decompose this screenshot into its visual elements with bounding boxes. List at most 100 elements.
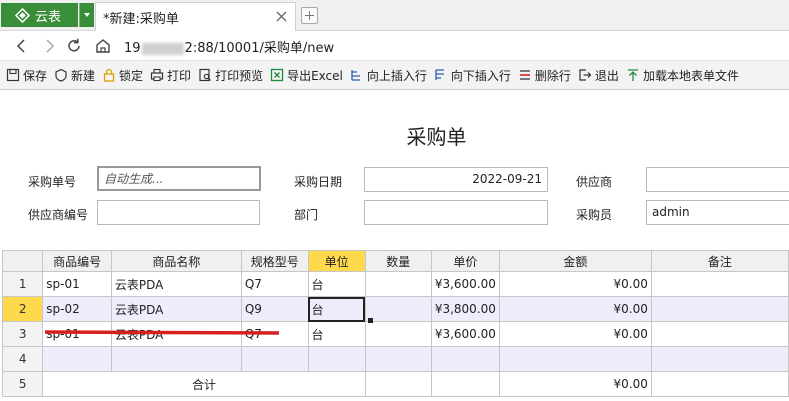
cell-unit[interactable]: 台: [307, 271, 366, 297]
cell-price[interactable]: ¥3,800.00: [430, 296, 500, 322]
fill-handle[interactable]: [368, 318, 373, 323]
cell-qty[interactable]: [364, 346, 432, 372]
buyer-label: 采购员: [576, 208, 613, 222]
delete-row-button[interactable]: 删除行: [518, 67, 571, 84]
cell-name[interactable]: [110, 346, 242, 372]
cell-amount[interactable]: ¥0.00: [498, 321, 652, 347]
supplier-code-field[interactable]: [97, 200, 260, 225]
forward-icon[interactable]: [40, 37, 58, 55]
new-icon: [55, 68, 67, 82]
tab-purchase-order[interactable]: *新建:采购单: [95, 2, 296, 31]
col-header-note[interactable]: 备注: [650, 250, 789, 272]
new-button[interactable]: 新建: [54, 67, 95, 84]
cell-qty[interactable]: [364, 321, 432, 347]
url-suffix: 2:88/10001/采购单/new: [184, 41, 335, 56]
upload-icon: [627, 69, 638, 81]
total-qty: [364, 371, 432, 397]
exit-button[interactable]: 退出: [578, 67, 619, 84]
cell-code[interactable]: sp-01: [42, 321, 112, 347]
buyer-field[interactable]: admin: [646, 200, 789, 225]
print-button[interactable]: 打印: [150, 67, 191, 84]
order-date-label: 采购日期: [294, 175, 343, 189]
table-row: 3 sp-01 云表PDA Q7 台 ¥3,600.00 ¥0.00: [1, 321, 789, 347]
cell-name[interactable]: 云表PDA: [110, 296, 242, 322]
cell-price[interactable]: ¥3,600.00: [430, 271, 500, 297]
excel-icon: [270, 68, 284, 82]
col-header-qty[interactable]: 数量: [364, 250, 432, 272]
cell-note[interactable]: [650, 346, 789, 372]
insert-row-above-button[interactable]: 向上插入行: [350, 67, 427, 84]
cell-price[interactable]: [430, 346, 500, 372]
cell-amount[interactable]: ¥0.00: [498, 271, 652, 297]
cell-amount[interactable]: ¥0.00: [498, 296, 652, 322]
cell-note[interactable]: [650, 321, 789, 347]
col-header-unit[interactable]: 单位: [307, 250, 366, 272]
export-excel-button[interactable]: 导出Excel: [270, 67, 343, 84]
home-icon[interactable]: [94, 37, 112, 55]
department-label: 部门: [294, 208, 319, 222]
cell-name[interactable]: 云表PDA: [110, 271, 242, 297]
col-header-price[interactable]: 单价: [430, 250, 500, 272]
department-field[interactable]: [364, 200, 548, 225]
col-header-name[interactable]: 商品名称: [110, 250, 242, 272]
cell-code[interactable]: [42, 346, 112, 372]
cell-note[interactable]: [650, 271, 789, 297]
insert-row-below-label: 向下插入行: [450, 68, 511, 83]
insert-row-below-button[interactable]: 向下插入行: [434, 67, 511, 84]
cell-unit[interactable]: [307, 346, 366, 372]
order-no-label: 采购单号: [28, 175, 77, 189]
cell-name[interactable]: 云表PDA: [110, 321, 242, 347]
order-no-field[interactable]: 自动生成...: [97, 166, 261, 191]
item-grid: 商品编号 商品名称 规格型号 单位 数量 单价 金额 备注 1 sp-01 云表…: [1, 250, 789, 397]
print-preview-button[interactable]: 打印预览: [198, 67, 263, 84]
page-title: 采购单: [406, 125, 467, 149]
col-header-spec[interactable]: 规格型号: [240, 250, 309, 272]
load-local-form-label: 加载本地表单文件: [642, 68, 739, 83]
total-row: 5 合计 ¥0.00: [1, 371, 789, 397]
cell-price[interactable]: ¥3,600.00: [430, 321, 500, 347]
cell-note[interactable]: [650, 296, 789, 322]
print-label: 打印: [167, 68, 192, 83]
app-dropdown-icon[interactable]: [79, 3, 94, 27]
lock-button[interactable]: 锁定: [102, 67, 143, 84]
app-name: 云表: [35, 9, 62, 25]
new-label: 新建: [71, 68, 96, 83]
app-menu-button[interactable]: 云表: [1, 3, 78, 27]
cell-code[interactable]: sp-01: [42, 271, 112, 297]
save-button[interactable]: 保存: [6, 67, 47, 84]
col-header-code[interactable]: 商品编号: [42, 250, 112, 272]
cell-spec[interactable]: [240, 346, 309, 372]
row-number-header: [1, 250, 44, 272]
exit-icon: [579, 69, 592, 81]
cell-qty[interactable]: [364, 271, 432, 297]
cell-amount[interactable]: [498, 346, 652, 372]
order-date-field[interactable]: 2022-09-21: [364, 167, 548, 192]
row-number[interactable]: 1: [1, 271, 44, 297]
cell-spec[interactable]: Q7: [240, 271, 309, 297]
save-icon: [6, 68, 20, 82]
cell-code[interactable]: sp-02: [42, 296, 112, 322]
cell-qty[interactable]: [364, 296, 432, 322]
supplier-field[interactable]: [646, 167, 789, 192]
row-number[interactable]: 4: [1, 346, 44, 372]
toolbar: 保存 新建 锁定 打印 打印预览 导出Excel 向上插入行 向下插入行 删除行…: [0, 60, 789, 90]
cell-unit-active[interactable]: 台: [307, 296, 366, 322]
url-prefix: 19: [124, 41, 141, 56]
refresh-icon[interactable]: [65, 37, 83, 55]
cell-unit[interactable]: 台: [307, 321, 366, 347]
load-local-form-button[interactable]: 加载本地表单文件: [626, 67, 739, 84]
close-tab-icon[interactable]: [276, 11, 287, 22]
cell-spec[interactable]: Q9: [240, 296, 309, 322]
url-field[interactable]: 19 2:88/10001/采购单/new: [124, 37, 334, 56]
col-header-amount[interactable]: 金额: [498, 250, 652, 272]
back-icon[interactable]: [13, 37, 31, 55]
tab-bar: 云表 *新建:采购单: [0, 0, 789, 31]
supplier-code-label: 供应商编号: [28, 208, 89, 222]
row-number[interactable]: 2: [1, 296, 44, 322]
new-tab-icon[interactable]: [301, 7, 318, 24]
row-number[interactable]: 5: [1, 371, 44, 397]
app-logo-icon: [15, 7, 30, 23]
cell-spec[interactable]: Q7: [240, 321, 309, 347]
row-number[interactable]: 3: [1, 321, 44, 347]
table-row: 2 sp-02 云表PDA Q9 台 ¥3,800.00 ¥0.00: [1, 296, 789, 322]
